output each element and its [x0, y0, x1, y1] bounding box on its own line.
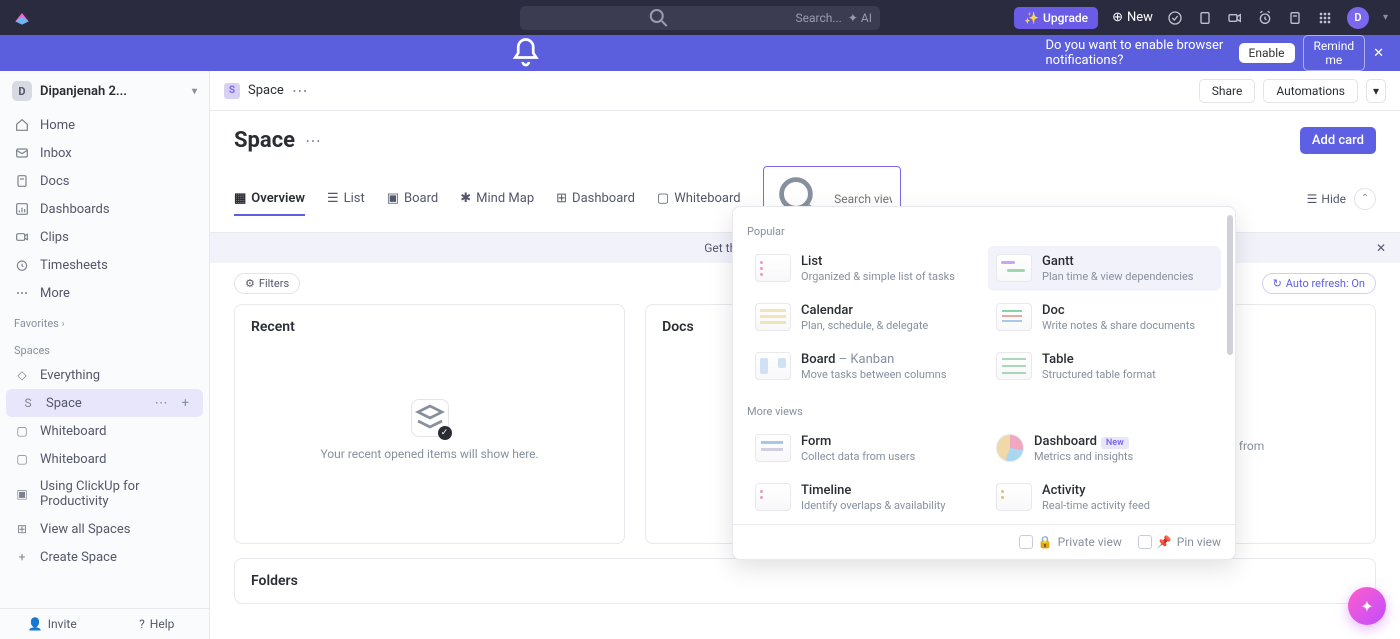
- favorites-label[interactable]: Favorites ›: [0, 307, 209, 334]
- folders-card: Folders: [234, 558, 1376, 604]
- tab-mind-map[interactable]: ✱Mind Map: [460, 183, 534, 214]
- more-icon[interactable]: ⋯: [305, 131, 321, 150]
- sidebar-item-clips[interactable]: Clips: [0, 223, 209, 251]
- list-icon: [755, 254, 791, 282]
- ai-button[interactable]: ✦ AI: [848, 11, 872, 25]
- page-title: Space: [234, 128, 295, 153]
- search-placeholder: Search...: [795, 11, 841, 25]
- help-button[interactable]: ?Help: [105, 609, 210, 639]
- scrollbar[interactable]: [1227, 215, 1233, 355]
- view-picker-dropdown: Popular ListOrganized & simple list of t…: [732, 206, 1236, 560]
- private-view-toggle[interactable]: 🔒 Private view: [1019, 535, 1122, 549]
- enable-button[interactable]: Enable: [1239, 43, 1295, 63]
- apps-icon[interactable]: [1317, 10, 1333, 26]
- more-button[interactable]: ▾: [1366, 79, 1386, 103]
- activity-icon: [996, 483, 1032, 511]
- sidebar-space-item[interactable]: +Create Space: [0, 543, 209, 571]
- sidebar-space-item[interactable]: SSpace⋯+: [6, 389, 203, 417]
- more-icon[interactable]: ⋯: [292, 81, 308, 100]
- sidebar-space-item[interactable]: ◇Everything: [0, 361, 209, 389]
- workspace-name: Dipanjenah 2...: [40, 84, 127, 99]
- view-option-list[interactable]: ListOrganized & simple list of tasks: [747, 246, 980, 291]
- sidebar: D Dipanjenah 2... ▾ HomeInboxDocsDashboa…: [0, 71, 210, 639]
- collapse-button[interactable]: ⌃: [1354, 188, 1376, 210]
- gantt-icon: [996, 254, 1032, 282]
- sidebar-item-timesheets[interactable]: Timesheets: [0, 251, 209, 279]
- workspace-switcher[interactable]: D Dipanjenah 2... ▾: [0, 71, 209, 111]
- user-plus-icon: 👤: [28, 617, 43, 631]
- bell-icon: [16, 35, 1036, 71]
- sidebar-space-item[interactable]: ▢Whiteboard: [0, 445, 209, 473]
- filters-button[interactable]: ⚙ Filters: [234, 273, 300, 294]
- breadcrumb-bar: S Space ⋯ Share Automations ▾: [210, 71, 1400, 111]
- chevron-down-icon: ▾: [192, 86, 197, 97]
- view-option-timeline[interactable]: TimelineIdentify overlaps & availability: [747, 475, 980, 520]
- app-logo[interactable]: [12, 8, 32, 28]
- view-option-calendar[interactable]: CalendarPlan, schedule, & delegate: [747, 295, 980, 340]
- remind-button[interactable]: Remind me: [1303, 35, 1366, 71]
- topbar: Search... ✦ AI ✨ Upgrade ⊕ New D ▾: [0, 0, 1400, 35]
- dropdown-footer: 🔒 Private view 📌 Pin view: [733, 524, 1235, 559]
- breadcrumb[interactable]: Space: [248, 83, 284, 98]
- sidebar-item-home[interactable]: Home: [0, 111, 209, 139]
- add-card-button[interactable]: Add card: [1300, 127, 1376, 154]
- global-search[interactable]: Search... ✦ AI: [520, 6, 880, 30]
- note-icon[interactable]: [1287, 10, 1303, 26]
- alarm-icon[interactable]: [1257, 10, 1273, 26]
- view-option-table[interactable]: TableStructured table format: [988, 344, 1221, 389]
- board-icon: [755, 352, 791, 380]
- hide-button[interactable]: ☰ Hide: [1307, 192, 1346, 206]
- space-badge: S: [224, 83, 240, 99]
- view-option-activity[interactable]: ActivityReal-time activity feed: [988, 475, 1221, 520]
- pin-view-toggle[interactable]: 📌 Pin view: [1138, 535, 1221, 549]
- automations-button[interactable]: Automations: [1263, 79, 1358, 103]
- stack-icon: ✓: [411, 399, 449, 437]
- tab-dashboard[interactable]: ⊞Dashboard: [556, 183, 635, 214]
- table-icon: [996, 352, 1032, 380]
- view-option-dashboard[interactable]: DashboardNewMetrics and insights: [988, 426, 1221, 471]
- sidebar-space-item[interactable]: ⊞View all Spaces: [0, 515, 209, 543]
- invite-button[interactable]: 👤Invite: [0, 609, 105, 639]
- doc-icon: [996, 303, 1032, 331]
- tab-list[interactable]: ☰List: [327, 183, 365, 214]
- sidebar-item-inbox[interactable]: Inbox: [0, 139, 209, 167]
- tab-board[interactable]: ▣Board: [387, 183, 439, 214]
- new-button[interactable]: ⊕ New: [1112, 10, 1153, 25]
- auto-refresh-toggle[interactable]: ↻ Auto refresh: On: [1262, 273, 1376, 294]
- view-search-input[interactable]: [834, 192, 892, 206]
- timeline-icon: [755, 483, 791, 511]
- tab-overview[interactable]: ▦Overview: [234, 183, 305, 216]
- view-option-doc[interactable]: DocWrite notes & share documents: [988, 295, 1221, 340]
- view-option-gantt[interactable]: GanttPlan time & view dependencies: [988, 246, 1221, 291]
- view-option-board[interactable]: Board – KanbanMove tasks between columns: [747, 344, 980, 389]
- view-option-form[interactable]: FormCollect data from users: [747, 426, 980, 471]
- dash-icon: [996, 434, 1024, 462]
- sidebar-item-dashboards[interactable]: Dashboards: [0, 195, 209, 223]
- share-button[interactable]: Share: [1199, 79, 1256, 103]
- check-circle-icon[interactable]: [1167, 10, 1183, 26]
- spaces-label: Spaces: [0, 334, 209, 361]
- fab-button[interactable]: ✦: [1348, 587, 1386, 625]
- recent-card: Recent ✓ Your recent opened items will s…: [234, 304, 625, 544]
- form-icon: [755, 434, 791, 462]
- sidebar-space-item[interactable]: ▣Using ClickUp for Productivity: [0, 473, 209, 515]
- close-icon[interactable]: ✕: [1376, 241, 1386, 255]
- notification-text: Do you want to enable browser notificati…: [1046, 38, 1239, 68]
- help-icon: ?: [139, 617, 145, 631]
- notification-banner: Do you want to enable browser notificati…: [0, 35, 1400, 71]
- sidebar-item-docs[interactable]: Docs: [0, 167, 209, 195]
- cal-icon: [755, 303, 791, 331]
- clipboard-icon[interactable]: [1197, 10, 1213, 26]
- chevron-down-icon[interactable]: ▾: [1383, 12, 1388, 23]
- check-badge-icon: ✓: [438, 426, 452, 440]
- sidebar-space-item[interactable]: ▢Whiteboard: [0, 417, 209, 445]
- tab-whiteboard[interactable]: ▢Whiteboard: [657, 183, 741, 214]
- search-icon: [528, 6, 789, 30]
- upgrade-button[interactable]: ✨ Upgrade: [1014, 7, 1098, 29]
- sidebar-item-more[interactable]: More: [0, 279, 209, 307]
- close-icon[interactable]: ✕: [1373, 46, 1384, 61]
- avatar[interactable]: D: [1347, 7, 1369, 29]
- video-icon[interactable]: [1227, 10, 1243, 26]
